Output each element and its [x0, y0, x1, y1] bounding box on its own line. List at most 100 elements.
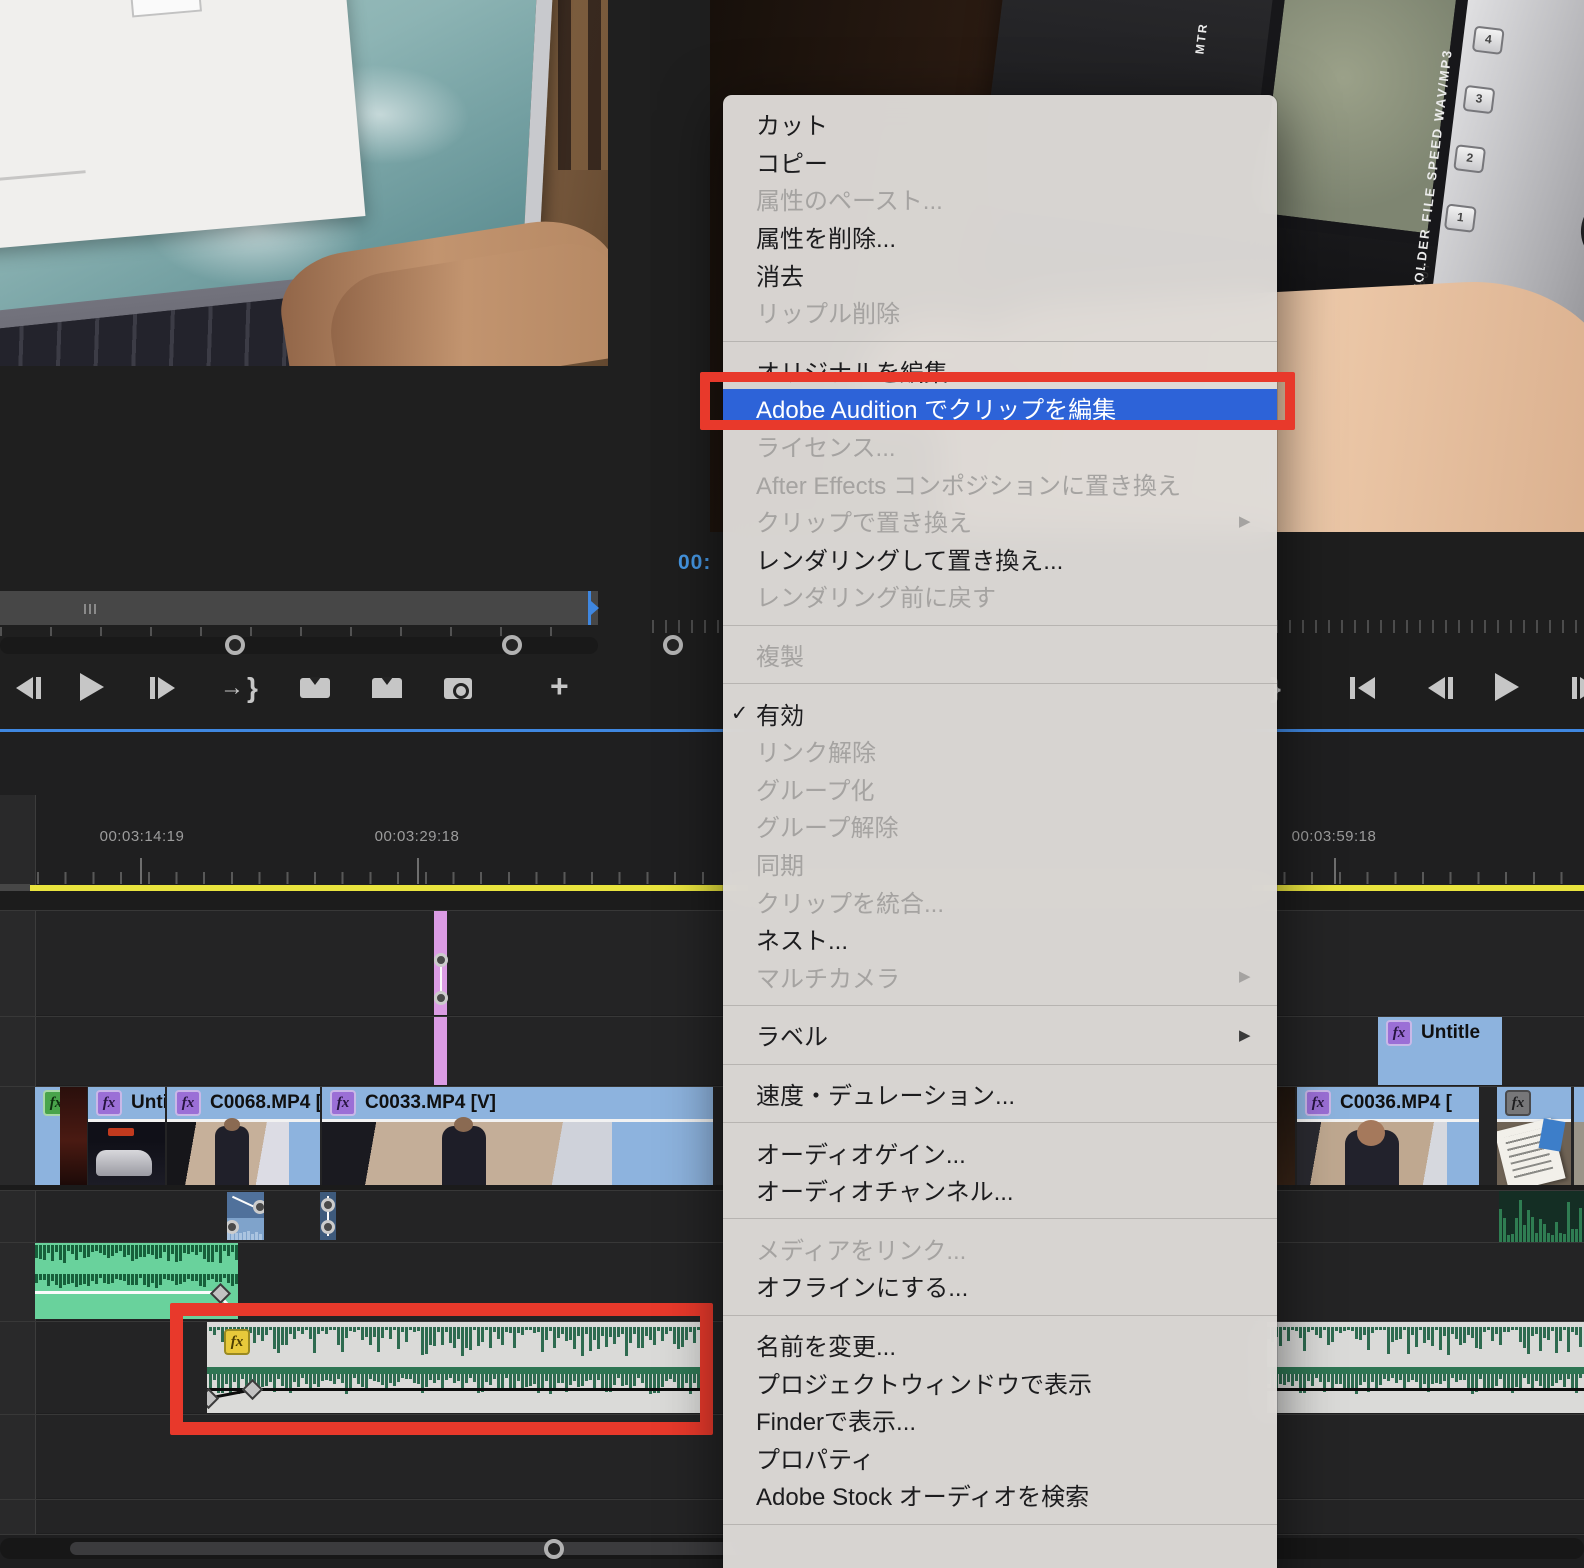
menu-item-38[interactable]: Finderで表示... — [723, 1401, 1277, 1439]
step-forward-partial[interactable] — [1572, 677, 1584, 699]
menu-item-37[interactable]: プロジェクトウィンドウで表示 — [723, 1363, 1277, 1401]
waveform-bar — [115, 1245, 118, 1254]
waveform-bar — [1383, 1374, 1386, 1380]
go-to-in-button[interactable] — [1350, 677, 1375, 699]
clip-v1-8-sliver[interactable] — [1574, 1087, 1584, 1185]
waveform-bar — [79, 1245, 82, 1253]
clip-a1-right-green[interactable] — [1499, 1191, 1584, 1242]
menu-item-1[interactable]: コピー — [723, 143, 1277, 181]
clip-v1-1[interactable]: fx — [35, 1087, 87, 1185]
zoom-handle-right[interactable] — [502, 635, 522, 655]
waveform-bar — [1523, 1224, 1526, 1242]
menu-item-11[interactable]: クリップで置き換え ▶ — [723, 502, 1277, 540]
menu-item-13[interactable]: レンダリング前に戻す — [723, 577, 1277, 615]
clip-a1-1[interactable] — [227, 1192, 264, 1240]
fx-badge[interactable]: fx — [1305, 1090, 1331, 1116]
waveform-bar — [1563, 1327, 1566, 1331]
waveform-bar — [1327, 1374, 1330, 1382]
menu-item-9[interactable]: ライセンス... — [723, 427, 1277, 465]
button-editor-plus[interactable]: + — [550, 668, 569, 705]
waveform-bar — [1539, 1327, 1542, 1351]
menu-item-22[interactable]: クリップを統合... — [723, 882, 1277, 920]
menu-item-33[interactable]: メディアをリンク... — [723, 1229, 1277, 1267]
menu-item-3[interactable]: 属性を削除... — [723, 218, 1277, 256]
menu-item-30[interactable]: オーディオゲイン... — [723, 1133, 1277, 1171]
waveform-bar — [243, 1232, 246, 1240]
clip-v1-2[interactable]: fx Untit — [88, 1087, 165, 1185]
menu-item-36[interactable]: 名前を変更... — [723, 1326, 1277, 1364]
fx-badge[interactable]: fx — [1386, 1020, 1412, 1046]
title-clip-v2[interactable] — [434, 1017, 447, 1085]
waveform-bar — [1319, 1327, 1322, 1338]
clip-a3-selected-right[interactable] — [1267, 1322, 1584, 1413]
menu-item-40[interactable]: Adobe Stock オーディオを検索 — [723, 1476, 1277, 1514]
fx-badge[interactable]: fx — [1505, 1090, 1531, 1116]
step-forward-button[interactable] — [150, 677, 175, 699]
waveform-bar — [1515, 1374, 1518, 1388]
waveform-bar — [99, 1245, 102, 1253]
menu-item-10[interactable]: After Effects コンポジションに置き換え — [723, 464, 1277, 502]
waveform-bar — [1467, 1327, 1470, 1336]
clip-v2-untitle[interactable]: fx Untitle — [1378, 1017, 1502, 1085]
fade-handle[interactable] — [253, 1200, 264, 1214]
clip-v1-6[interactable]: fx C0036.MP4 [ — [1297, 1087, 1479, 1185]
fade-handle[interactable] — [434, 991, 448, 1005]
overwrite-button[interactable] — [372, 677, 402, 698]
waveform-bar — [1283, 1374, 1286, 1385]
clip-v1-3[interactable]: fx C0068.MP4 [V] — [167, 1087, 320, 1185]
clip-v1-4[interactable]: fx C0033.MP4 [V] — [322, 1087, 713, 1185]
waveform-bar — [51, 1274, 54, 1281]
waveform-bar — [1443, 1374, 1446, 1382]
waveform-bar — [131, 1245, 134, 1261]
menu-item-12[interactable]: レンダリングして置き換え... — [723, 540, 1277, 578]
play-button[interactable] — [80, 673, 104, 701]
menu-item-20[interactable]: グループ解除 — [723, 807, 1277, 845]
fx-badge[interactable]: fx — [175, 1090, 201, 1116]
menu-item-19[interactable]: グループ化 — [723, 770, 1277, 808]
program-zoom-handle[interactable] — [663, 635, 683, 655]
fade-handle[interactable] — [434, 953, 448, 967]
waveform-bar — [1411, 1374, 1414, 1380]
clip-v1-7[interactable]: fx — [1497, 1087, 1571, 1185]
zoom-handle-left[interactable] — [225, 635, 245, 655]
menu-item-26[interactable]: ラベル ▶ — [723, 1016, 1277, 1054]
menu-item-24[interactable]: マルチカメラ ▶ — [723, 957, 1277, 995]
menu-item-2[interactable]: 属性のペースト... — [723, 180, 1277, 218]
clip-a1-2[interactable] — [320, 1192, 336, 1240]
scrollbar-zoom-handle[interactable] — [544, 1539, 564, 1559]
menu-item-15[interactable]: 複製 — [723, 636, 1277, 674]
step-back-button[interactable] — [16, 677, 41, 699]
menu-item-0[interactable]: カット — [723, 105, 1277, 143]
waveform-bar — [1403, 1374, 1406, 1389]
insert-button[interactable] — [300, 677, 330, 698]
waveform-bar — [47, 1274, 50, 1287]
menu-item-21[interactable]: 同期 — [723, 845, 1277, 883]
waveform-bar — [1287, 1374, 1290, 1382]
waveform-bar — [1451, 1374, 1454, 1379]
menu-item-18[interactable]: リンク解除 — [723, 732, 1277, 770]
menu-item-34[interactable]: オフラインにする... — [723, 1267, 1277, 1305]
source-zoom-bar[interactable] — [0, 635, 598, 655]
menu-item-23[interactable]: ネスト... — [723, 920, 1277, 958]
title-clip-v3[interactable] — [434, 911, 448, 1015]
waveform-bar — [1547, 1327, 1550, 1341]
step-back-button-program[interactable] — [1428, 677, 1453, 699]
fx-badge[interactable]: fx — [96, 1090, 122, 1116]
menu-item-31[interactable]: オーディオチャンネル... — [723, 1171, 1277, 1209]
fade-handle[interactable] — [321, 1198, 335, 1212]
menu-item-28[interactable]: 速度・デュレーション... — [723, 1075, 1277, 1113]
menu-item-4[interactable]: 消去 — [723, 255, 1277, 293]
menu-item-17[interactable]: ✓ 有効 — [723, 694, 1277, 732]
play-in-to-out-button[interactable]: →} — [220, 672, 258, 704]
waveform-bar — [119, 1245, 122, 1252]
menu-item-39[interactable]: プロパティ — [723, 1438, 1277, 1476]
waveform-bar — [1463, 1374, 1466, 1381]
fade-handle[interactable] — [321, 1220, 335, 1234]
source-scrubber[interactable] — [0, 591, 599, 625]
export-frame-button[interactable] — [444, 678, 472, 699]
menu-item-5[interactable]: リップル削除 — [723, 293, 1277, 331]
fx-badge[interactable]: fx — [330, 1090, 356, 1116]
play-button-program[interactable] — [1495, 673, 1519, 701]
waveform-bar — [1503, 1327, 1506, 1332]
waveform-bar — [63, 1274, 66, 1286]
